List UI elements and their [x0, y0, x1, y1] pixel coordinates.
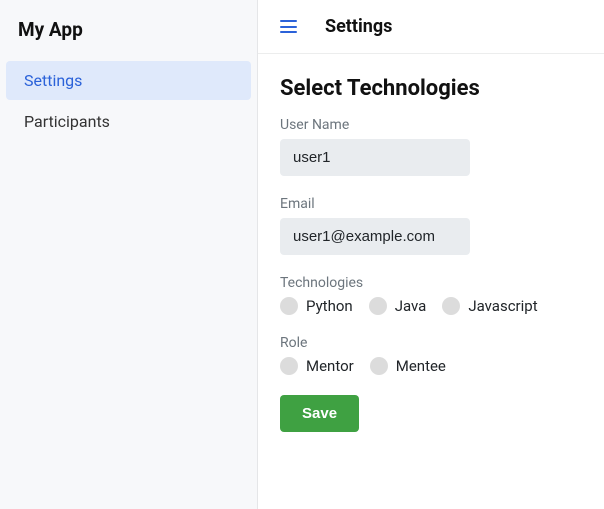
role-option-mentor[interactable]: Mentor [280, 357, 354, 375]
technology-option-python[interactable]: Python [280, 297, 353, 315]
field-technologies: Technologies Python Java Javascript [280, 275, 582, 315]
field-email: Email [280, 196, 582, 255]
checkbox-icon [442, 297, 460, 315]
option-label: Python [306, 297, 353, 315]
sidebar-item-label: Participants [24, 112, 110, 131]
checkbox-icon [369, 297, 387, 315]
checkbox-icon [280, 297, 298, 315]
app-title: My App [0, 18, 257, 59]
sidebar-item-participants[interactable]: Participants [6, 102, 251, 141]
role-label: Role [280, 335, 582, 351]
checkbox-icon [280, 357, 298, 375]
username-input[interactable] [280, 139, 470, 176]
sidebar-item-settings[interactable]: Settings [6, 61, 251, 100]
save-button[interactable]: Save [280, 395, 359, 432]
option-label: Mentee [396, 357, 446, 375]
content: Select Technologies User Name Email Tech… [258, 54, 604, 452]
checkbox-icon [370, 357, 388, 375]
technology-option-java[interactable]: Java [369, 297, 427, 315]
technologies-label: Technologies [280, 275, 582, 291]
page-title: Settings [325, 16, 392, 37]
field-role: Role Mentor Mentee [280, 335, 582, 375]
option-label: Javascript [468, 297, 537, 315]
section-title: Select Technologies [280, 76, 582, 101]
menu-icon[interactable] [278, 18, 299, 35]
sidebar-item-label: Settings [24, 71, 82, 90]
main: Settings Select Technologies User Name E… [258, 0, 604, 509]
topbar: Settings [258, 0, 604, 54]
sidebar: My App Settings Participants [0, 0, 258, 509]
field-username: User Name [280, 117, 582, 176]
username-label: User Name [280, 117, 582, 133]
role-option-mentee[interactable]: Mentee [370, 357, 446, 375]
technology-option-javascript[interactable]: Javascript [442, 297, 537, 315]
option-label: Java [395, 297, 427, 315]
email-label: Email [280, 196, 582, 212]
option-label: Mentor [306, 357, 354, 375]
email-input[interactable] [280, 218, 470, 255]
